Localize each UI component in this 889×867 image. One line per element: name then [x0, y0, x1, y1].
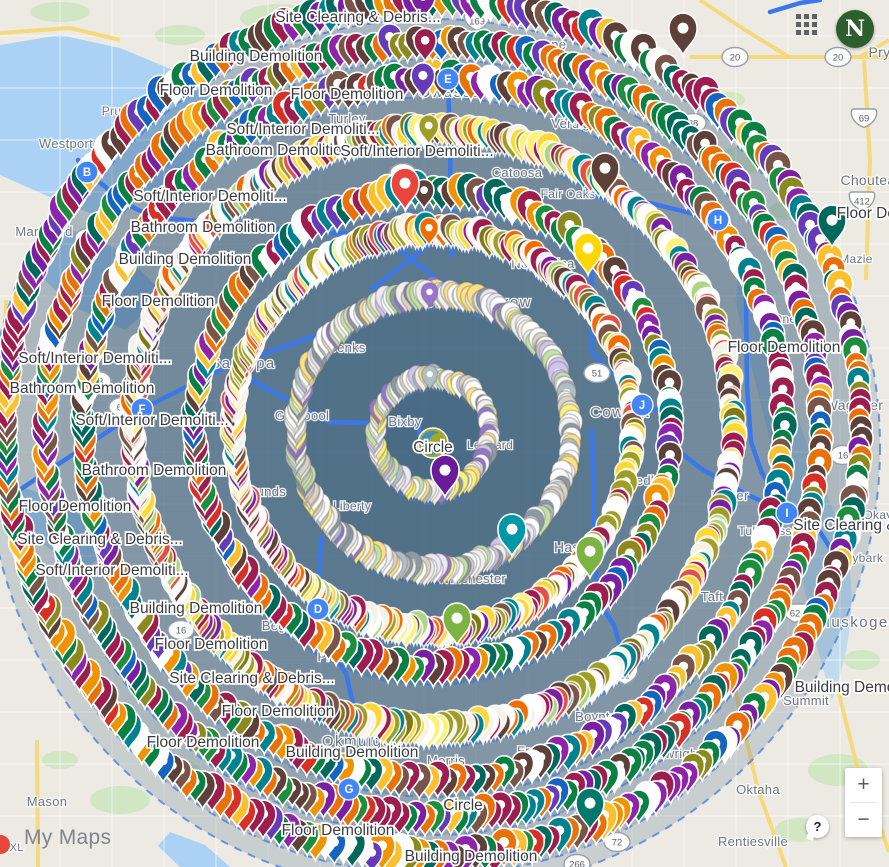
marker-label: Floor Demolition	[19, 498, 132, 515]
park-area	[155, 25, 205, 45]
town-label: Westport	[39, 136, 93, 151]
zoom-out-button[interactable]: −	[845, 803, 882, 837]
marker-label: Building Demolition	[130, 600, 263, 617]
marker-label: Floor Demolition	[282, 822, 395, 839]
svg-text:16: 16	[838, 450, 849, 461]
marker-label: Floor Demolition	[147, 734, 260, 751]
marker-label: Floor Demolition	[160, 82, 273, 99]
svg-text:16: 16	[176, 625, 187, 636]
marker-label: Site Clearing & Debris...	[275, 9, 440, 26]
park-area	[90, 786, 150, 814]
svg-text:E: E	[444, 74, 452, 86]
account-avatar[interactable]: N	[836, 10, 874, 48]
town-label: Bixby	[388, 414, 421, 429]
marker-label: Soft/Interior Demoliti...	[18, 350, 171, 367]
town-label: Oktaha	[736, 782, 780, 797]
help-button[interactable]: ?	[806, 815, 829, 838]
town-label: Mason	[27, 794, 68, 809]
my-maps-viewport: WestportPrueMannfordSapulpaTurleyOwassoL…	[0, 0, 889, 867]
marker-label: Building Demolition	[286, 744, 419, 761]
town-label: Taft	[701, 589, 723, 604]
svg-text:J: J	[639, 400, 645, 412]
marker-label: Soft/Interior Demoliti...	[226, 121, 379, 138]
route-shield: 266	[564, 855, 590, 867]
waypoint-marker-e[interactable]: E	[437, 68, 459, 90]
svg-text:I: I	[785, 508, 788, 520]
marker-label: Bathroom Demolition	[10, 380, 155, 397]
svg-text:D: D	[314, 604, 322, 616]
town-label: Pryor	[869, 44, 889, 60]
marker-label: Circle	[443, 797, 483, 814]
town-label: Fair Oaks	[541, 187, 596, 201]
town-label: Chouteau	[840, 172, 889, 188]
svg-text:69: 69	[859, 113, 870, 124]
svg-text:20: 20	[833, 52, 844, 63]
route-shield: 51	[584, 364, 610, 383]
marker-label: Bathroom Demolition	[131, 219, 276, 236]
svg-text:H: H	[714, 215, 722, 227]
route-shield: 20	[825, 48, 851, 67]
google-apps-icon[interactable]	[796, 14, 819, 37]
marker-label: Bathroom Demolition	[206, 142, 351, 159]
marker-label: Building Demolition	[190, 48, 323, 65]
marker-label: Soft/Interior Demoliti...	[75, 412, 228, 429]
marker-label: Site Clearing &	[793, 517, 889, 534]
marker-label: Floor Demolition	[291, 86, 404, 103]
marker-label: Circle	[413, 439, 453, 456]
svg-text:G: G	[345, 784, 354, 796]
svg-text:266: 266	[569, 859, 585, 867]
marker-label: Floor Demolition	[222, 703, 335, 720]
marker-label: Building Demolition	[405, 848, 538, 865]
marker-label: Soft/Interior Demoliti...	[35, 562, 188, 579]
marker-label: Site Clearing & Debris...	[17, 531, 182, 548]
waypoint-marker-j[interactable]: J	[631, 394, 653, 416]
marker-label: Floor Demolition	[102, 293, 215, 310]
waypoint-marker-h[interactable]: H	[707, 209, 729, 231]
svg-text:B: B	[83, 167, 91, 179]
marker-label: Floor Demolition	[155, 636, 268, 653]
marker-label: Soft/Interior Demoliti...	[133, 188, 286, 205]
svg-text:20: 20	[730, 52, 741, 63]
waypoint-marker-b[interactable]: B	[76, 161, 98, 183]
svg-text:72: 72	[612, 837, 623, 848]
town-label: Catoosa	[492, 165, 543, 180]
waypoint-marker-g[interactable]: G	[338, 778, 360, 800]
marker-label: Building Demolition	[119, 251, 252, 268]
marker-label: Soft/Interior Demoliti...	[340, 143, 493, 160]
zoom-control: + −	[845, 768, 882, 837]
svg-text:62: 62	[790, 608, 801, 619]
zoom-in-button[interactable]: +	[845, 768, 882, 802]
marker-label: Site Clearing & Debris...	[169, 670, 334, 687]
marker-label: Floor Demolition	[837, 205, 889, 222]
marker-label: Bathroom Demolition	[82, 462, 227, 479]
waypoint-marker-d[interactable]: D	[307, 598, 329, 620]
town-label: Rentiesville	[718, 834, 788, 849]
svg-text:51: 51	[592, 368, 603, 379]
route-shield: 20	[722, 48, 748, 67]
my-maps-logo[interactable]: My Maps	[24, 826, 111, 850]
marker-label: Floor Demolition	[728, 339, 841, 356]
marker-label: Building Demo	[795, 679, 889, 696]
map-canvas[interactable]: WestportPrueMannfordSapulpaTurleyOwassoL…	[0, 0, 889, 867]
